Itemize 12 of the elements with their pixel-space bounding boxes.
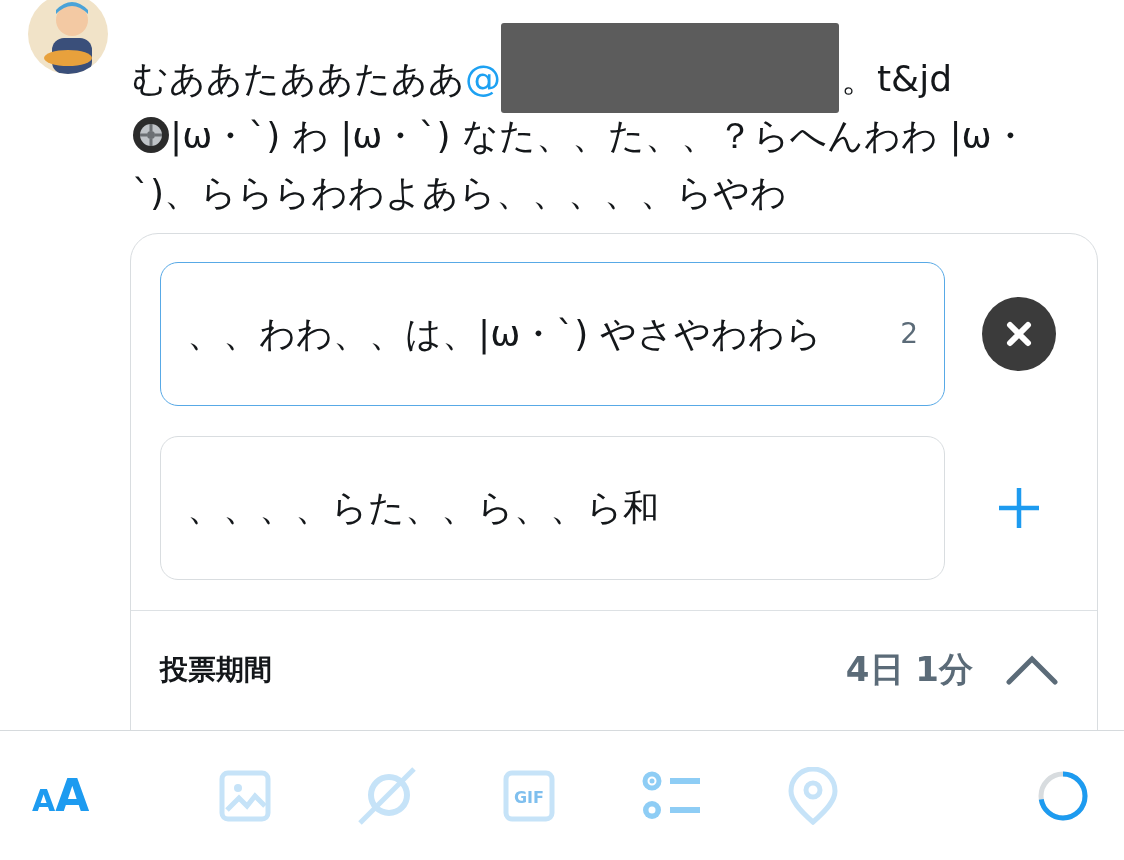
duration-label: 投票期間 <box>160 651 272 688</box>
text-size-button[interactable]: AA <box>32 773 90 818</box>
mention-link[interactable]: @ <box>465 58 501 99</box>
plus-icon[interactable] <box>997 486 1041 530</box>
choice-field[interactable]: 、、わわ、、は、|ω・`) やさやわわら 2 <box>160 262 945 406</box>
choice-field[interactable]: 、、、、らた、、ら、、ら和 <box>160 436 945 580</box>
poll-icon[interactable] <box>642 770 700 821</box>
wheel-icon <box>132 116 170 154</box>
close-icon[interactable] <box>981 296 1057 372</box>
duration-value[interactable]: 4日 1分 <box>845 644 973 695</box>
tweet-text: むああたああたああ@ 。t&jd |ω・`) わ |ω・`) なた、、た、、？らへんわわ |ω・`)、らららわわよあら、、、、、らやわ <box>132 50 1062 221</box>
chevron-up-icon[interactable] <box>1005 654 1059 685</box>
